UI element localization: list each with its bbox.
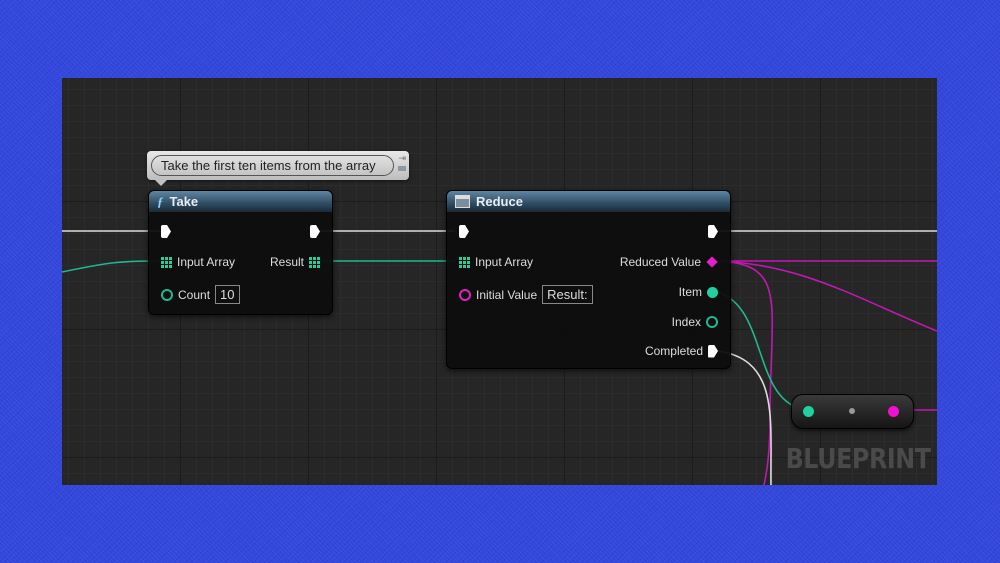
take-node[interactable]: ƒ Take Input Array Result Count 10: [148, 190, 333, 315]
reduced-value-pin-icon[interactable]: [706, 256, 718, 268]
comment-text: Take the first ten items from the array: [151, 155, 394, 176]
exec-out-pin[interactable]: [708, 225, 718, 238]
comment-options-icon[interactable]: [398, 166, 406, 171]
completed-exec-pin[interactable]: [708, 344, 718, 358]
item-label: Item: [678, 285, 702, 299]
initial-value-label: Initial Value: [476, 287, 538, 302]
exec-in-pin[interactable]: [459, 225, 469, 238]
input-array-label: Input Array: [475, 255, 534, 269]
array-pin-icon[interactable]: [161, 256, 172, 268]
completed-label: Completed: [644, 344, 703, 358]
array-pin-icon[interactable]: [309, 256, 320, 268]
count-input[interactable]: 10: [215, 285, 240, 304]
take-node-header[interactable]: ƒ Take: [149, 191, 332, 212]
macro-icon: [455, 195, 470, 208]
exec-wire: [717, 350, 772, 486]
reroute-node[interactable]: [791, 394, 914, 429]
exec-out-pin[interactable]: [310, 225, 320, 238]
index-pin-icon[interactable]: [706, 316, 718, 328]
take-node-title: Take: [169, 194, 199, 209]
reduced-value-label: Reduced Value: [619, 255, 701, 269]
comment-bubble[interactable]: Take the first ten items from the array …: [147, 151, 409, 186]
array-pin-icon[interactable]: [459, 256, 470, 268]
initial-value-input[interactable]: Result:: [542, 285, 593, 304]
reduce-node-title: Reduce: [476, 194, 523, 209]
count-label: Count: [178, 287, 211, 302]
output-pin-icon[interactable]: [888, 406, 899, 417]
exec-in-pin[interactable]: [161, 225, 171, 238]
reduce-node[interactable]: Reduce Input Array Initial Value Result: …: [446, 190, 731, 369]
item-pin-icon[interactable]: [707, 286, 718, 298]
integer-pin-icon[interactable]: [161, 288, 173, 301]
pin-comment-icon[interactable]: ⇥: [398, 153, 406, 164]
function-icon: ƒ: [157, 193, 164, 209]
wildcard-pin-icon[interactable]: [459, 288, 471, 301]
index-label: Index: [671, 315, 701, 329]
input-array-label: Input Array: [177, 255, 236, 269]
array-wire: [61, 260, 161, 273]
input-pin-icon[interactable]: [803, 406, 814, 417]
result-label: Result: [269, 255, 304, 269]
center-dot-icon: [849, 408, 855, 414]
struct-wire: [711, 260, 938, 332]
reduce-node-header[interactable]: Reduce: [447, 191, 730, 212]
